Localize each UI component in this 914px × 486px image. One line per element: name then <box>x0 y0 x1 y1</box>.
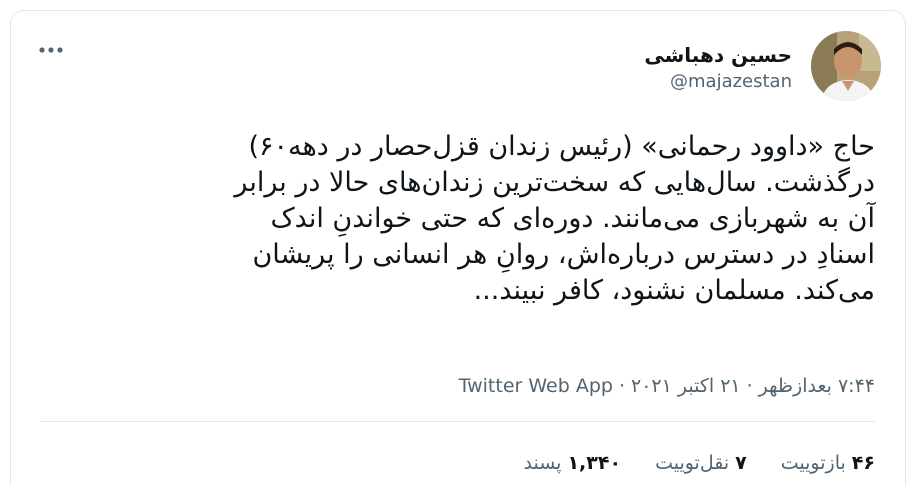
likes-stat[interactable]: ۱,۳۴۰ پسند <box>524 452 622 474</box>
meta-separator: · <box>746 375 753 397</box>
quotes-count: ۷ <box>735 452 747 474</box>
tweet-text-line: درگذشت. سال‌هایی که سخت‌ترین زندان‌های ح… <box>234 167 875 198</box>
likes-label: پسند <box>523 452 562 474</box>
tweet-source[interactable]: Twitter Web App <box>459 375 613 397</box>
tweet-text: حاج «داوود رحمانی» (رئیس زندان قزل‌حصار … <box>85 129 875 309</box>
tweet-text-line: حاج «داوود رحمانی» (رئیس زندان قزل‌حصار … <box>248 131 875 162</box>
quotes-label: نقل‌توییت <box>655 452 730 474</box>
more-horizontal-icon <box>39 47 63 53</box>
likes-count: ۱,۳۴۰ <box>567 452 622 474</box>
retweets-stat[interactable]: ۴۶ بازتوییت <box>781 452 875 474</box>
tweet-text-line: می‌کند. مسلمان نشنود، کافر نبیند... <box>473 275 875 306</box>
more-button[interactable] <box>35 37 67 63</box>
tweet-date[interactable]: ۲۱ اکتبر ۲۰۲۱ <box>631 375 741 397</box>
tweet-text-line: آن به شهربازی می‌مانند. دوره‌ای که حتی خ… <box>270 203 876 234</box>
avatar[interactable] <box>811 31 881 101</box>
divider <box>41 421 875 422</box>
tweet-time[interactable]: ۷:۴۴ بعدازظهر <box>759 375 875 397</box>
tweet-stats: ۴۶ بازتوییت ۷ نقل‌توییت ۱,۳۴۰ پسند <box>524 452 876 474</box>
retweets-label: بازتوییت <box>780 452 846 474</box>
author-handle[interactable]: @majazestan <box>670 71 792 92</box>
avatar-image <box>811 31 881 101</box>
meta-separator: · <box>618 375 626 397</box>
tweet-card: حسین دهباشی @majazestan حاج «داوود رحمان… <box>10 10 906 486</box>
quotes-stat[interactable]: ۷ نقل‌توییت <box>655 452 747 474</box>
retweets-count: ۴۶ <box>851 452 875 474</box>
tweet-meta: ۷:۴۴ بعدازظهر·۲۱ اکتبر ۲۰۲۱·Twitter Web … <box>459 375 875 397</box>
tweet-text-line: اسنادِ در دسترس درباره‌اش، روانِ هر انسا… <box>252 239 875 270</box>
author-name[interactable]: حسین دهباشی <box>644 43 792 67</box>
